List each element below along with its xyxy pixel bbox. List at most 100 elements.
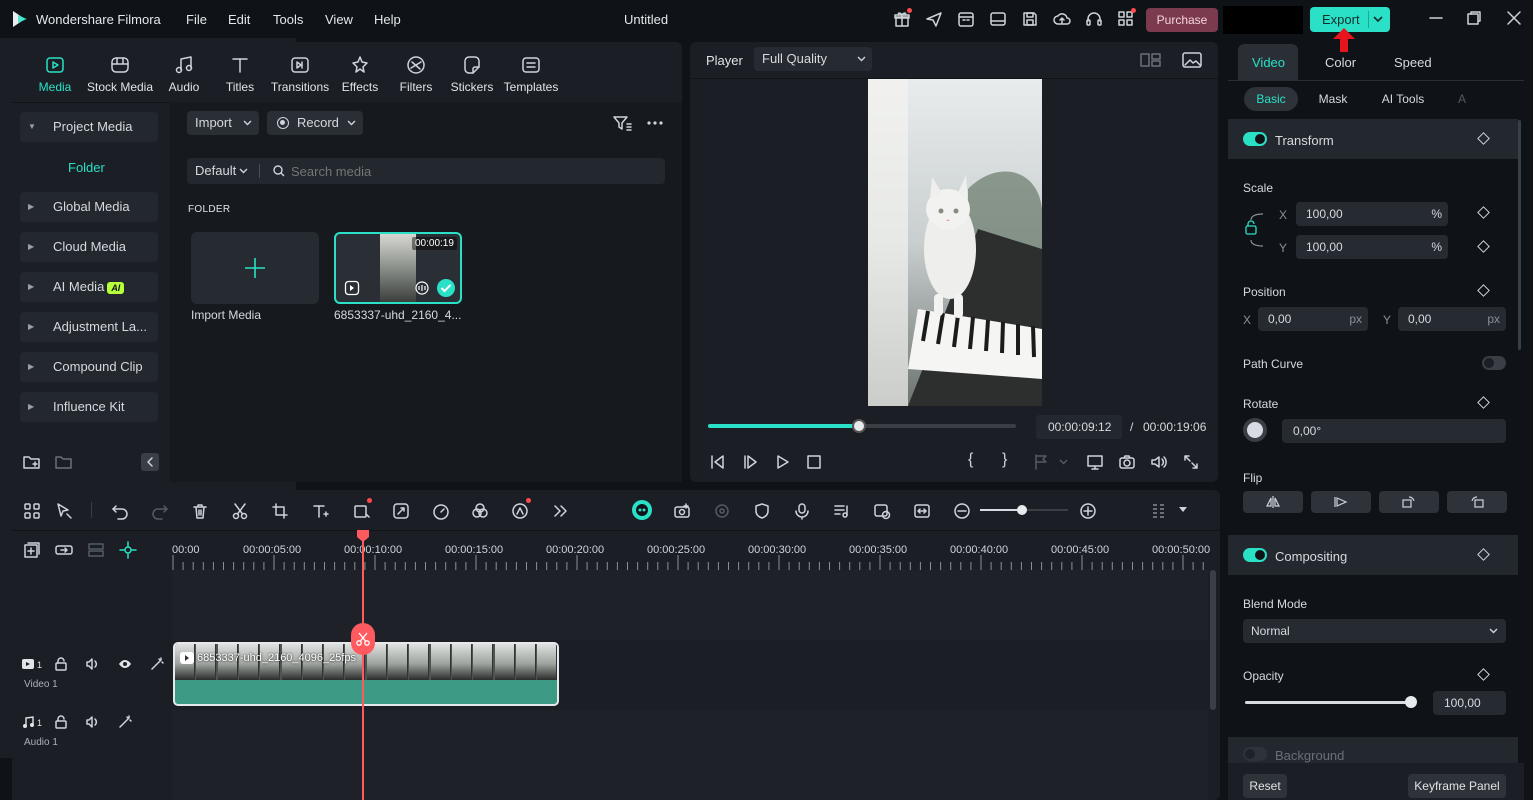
camera-icon[interactable]: [1118, 453, 1136, 471]
tab-color[interactable]: Color: [1325, 55, 1356, 70]
sidebar-item-cloud-media[interactable]: ▶ Cloud Media: [20, 232, 158, 262]
playhead-handle[interactable]: [357, 530, 369, 542]
collapse-sidebar-button[interactable]: [141, 453, 159, 471]
layout-icon[interactable]: [989, 10, 1007, 28]
cloud-upload-icon[interactable]: [1053, 10, 1071, 28]
select-tool-icon[interactable]: [55, 502, 73, 520]
keyframe-diamond-icon[interactable]: [1477, 240, 1490, 253]
pos-x-field[interactable]: 0,00 px: [1258, 307, 1368, 331]
tab-templates[interactable]: Templates: [499, 54, 563, 94]
restore-icon[interactable]: [1466, 10, 1482, 26]
record-dropdown[interactable]: Record: [267, 111, 363, 135]
link-clip-icon[interactable]: [55, 541, 73, 559]
tab-stickers[interactable]: Stickers: [443, 54, 501, 94]
sidebar-item-adjustment-layer[interactable]: ▶ Adjustment La...: [20, 312, 158, 342]
text-tool-icon[interactable]: [311, 502, 329, 520]
mark-out-icon[interactable]: }: [1002, 451, 1007, 469]
progress-track[interactable]: [708, 419, 1016, 433]
rotate-dial[interactable]: [1243, 418, 1267, 442]
fit-timeline-icon[interactable]: [913, 502, 931, 520]
lock-icon[interactable]: [54, 657, 68, 671]
eye-icon[interactable]: [118, 657, 132, 671]
menu-edit[interactable]: Edit: [228, 12, 250, 27]
gift-icon[interactable]: [893, 8, 912, 28]
tab-titles[interactable]: Titles: [211, 54, 269, 94]
new-folder-icon[interactable]: [23, 454, 41, 470]
tab-stock-media[interactable]: Stock Media: [84, 54, 156, 94]
snap-magnet-icon[interactable]: [119, 541, 137, 559]
keyframe-diamond-icon[interactable]: [1477, 396, 1490, 409]
mark-in-icon[interactable]: {: [968, 451, 973, 469]
crop-icon[interactable]: [271, 502, 289, 520]
import-media-tile[interactable]: [191, 232, 319, 304]
sidebar-item-folder[interactable]: Folder: [68, 160, 105, 175]
auto-reframe-icon[interactable]: [673, 502, 691, 520]
flip-vertical-button[interactable]: [1311, 491, 1371, 513]
close-icon[interactable]: [1506, 10, 1522, 26]
undo-icon[interactable]: [111, 502, 129, 520]
sidebar-item-ai-media[interactable]: ▶ AI Media AI: [20, 272, 158, 302]
apps-grid-icon[interactable]: [1117, 8, 1136, 28]
rotate-field[interactable]: 0,00°: [1282, 419, 1506, 443]
volume-icon[interactable]: [86, 715, 100, 729]
compositing-toggle[interactable]: [1243, 548, 1267, 562]
sidebar-item-compound-clip[interactable]: ▶ Compound Clip: [20, 352, 158, 382]
transform-toggle[interactable]: [1243, 132, 1267, 146]
view-options-icon[interactable]: [1150, 502, 1168, 520]
layout-grid-icon[interactable]: [23, 502, 41, 520]
tab-effects[interactable]: Effects: [331, 54, 389, 94]
calendar-icon[interactable]: [957, 10, 975, 28]
tab-video[interactable]: Video: [1252, 55, 1285, 70]
preview-render-icon[interactable]: [873, 502, 891, 520]
media-thumbnail-selected[interactable]: 00:00:19: [334, 232, 462, 304]
caret-down-icon[interactable]: [1179, 507, 1187, 512]
timeline-scrollbar[interactable]: [1210, 570, 1216, 710]
grid-view-icon[interactable]: [1140, 52, 1162, 68]
subtab-ai-tools[interactable]: AI Tools: [1372, 87, 1434, 111]
keyframe-panel-button[interactable]: Keyframe Panel: [1408, 774, 1506, 798]
effects-wand-icon[interactable]: [118, 715, 132, 729]
tab-audio[interactable]: Audio: [155, 54, 213, 94]
keyframe-diamond-icon[interactable]: [1477, 206, 1490, 219]
opacity-handle[interactable]: [1405, 696, 1417, 708]
chevron-down-icon[interactable]: [1373, 16, 1383, 24]
color-icon[interactable]: [471, 502, 489, 520]
marker-icon[interactable]: [1032, 453, 1050, 471]
music-list-icon[interactable]: [833, 502, 851, 520]
chevron-down-icon[interactable]: [1059, 459, 1068, 465]
scrollbar[interactable]: [1518, 120, 1521, 350]
fullscreen-icon[interactable]: [1182, 453, 1200, 471]
keyframe-diamond-icon[interactable]: [1477, 284, 1490, 297]
ai-copilot-icon[interactable]: [632, 500, 652, 520]
headset-icon[interactable]: [1085, 10, 1103, 28]
tab-transitions[interactable]: Transitions: [268, 54, 332, 94]
menu-help[interactable]: Help: [374, 12, 401, 27]
sidebar-item-project-media[interactable]: ▼ Project Media: [20, 112, 158, 142]
effects-wand-icon[interactable]: [150, 657, 164, 671]
opacity-field[interactable]: 100,00: [1433, 691, 1506, 715]
play-icon[interactable]: [773, 453, 791, 471]
tab-media[interactable]: Media: [26, 54, 84, 94]
background-toggle[interactable]: [1243, 747, 1267, 761]
menu-view[interactable]: View: [325, 12, 353, 27]
shield-icon[interactable]: [753, 502, 771, 520]
snapshot-image-icon[interactable]: [1182, 51, 1202, 69]
search-input[interactable]: [291, 161, 651, 181]
import-dropdown[interactable]: Import: [187, 111, 259, 135]
display-icon[interactable]: [1086, 453, 1104, 471]
video-preview[interactable]: [868, 79, 1042, 406]
scale-y-field[interactable]: 100,00 %: [1296, 235, 1448, 259]
subtab-more[interactable]: A: [1452, 87, 1472, 111]
flip-horizontal-button[interactable]: [1243, 491, 1303, 513]
add-track-icon[interactable]: [23, 541, 41, 559]
scissors-icon[interactable]: [231, 502, 249, 520]
stop-icon[interactable]: [805, 453, 823, 471]
redo-icon[interactable]: [151, 502, 169, 520]
blend-mode-select[interactable]: Normal: [1243, 619, 1506, 643]
opacity-slider[interactable]: [1245, 696, 1417, 708]
more-icon[interactable]: [646, 114, 664, 132]
minimize-icon[interactable]: [1428, 10, 1444, 26]
lock-ratio-icon[interactable]: [1245, 208, 1269, 252]
ai-tool-icon[interactable]: [392, 502, 410, 520]
more-tools-icon[interactable]: [551, 502, 569, 520]
